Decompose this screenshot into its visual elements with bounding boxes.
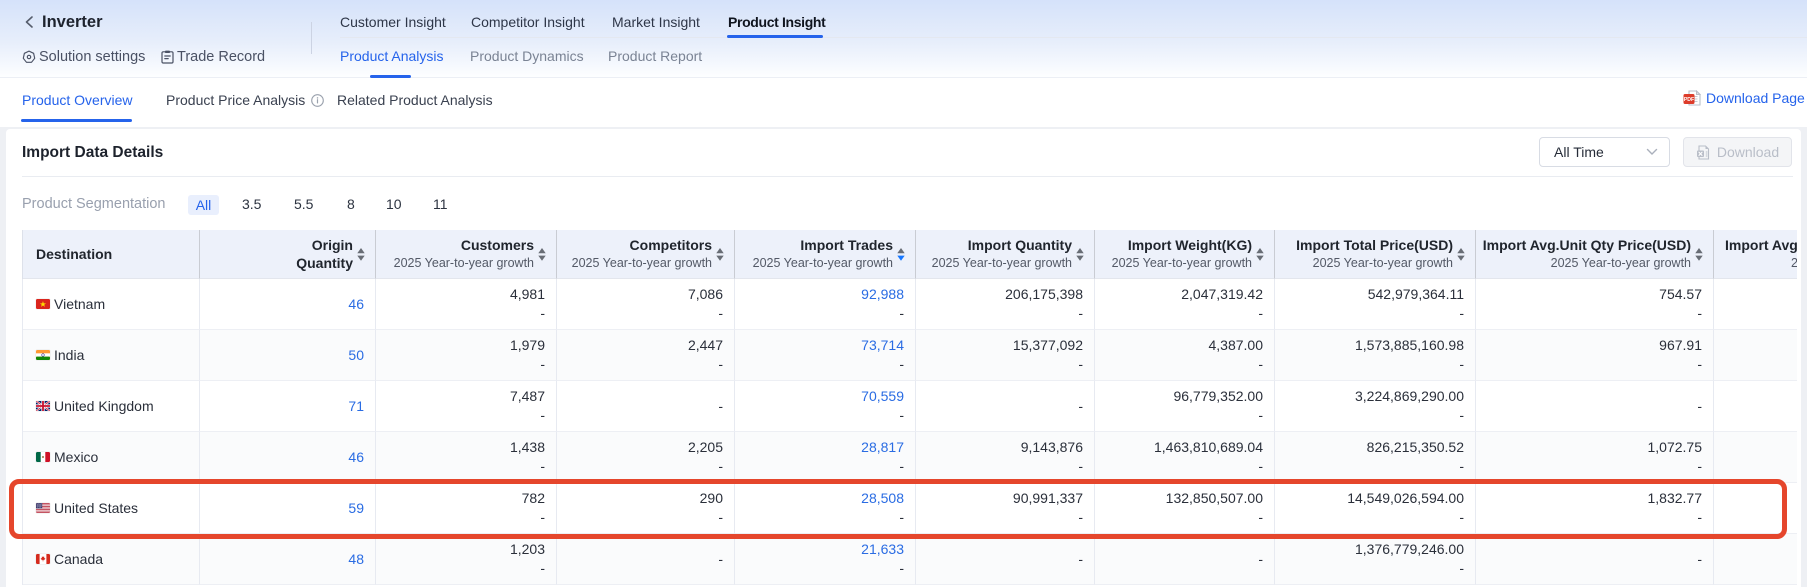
svg-text:PDF: PDF (1684, 97, 1694, 103)
